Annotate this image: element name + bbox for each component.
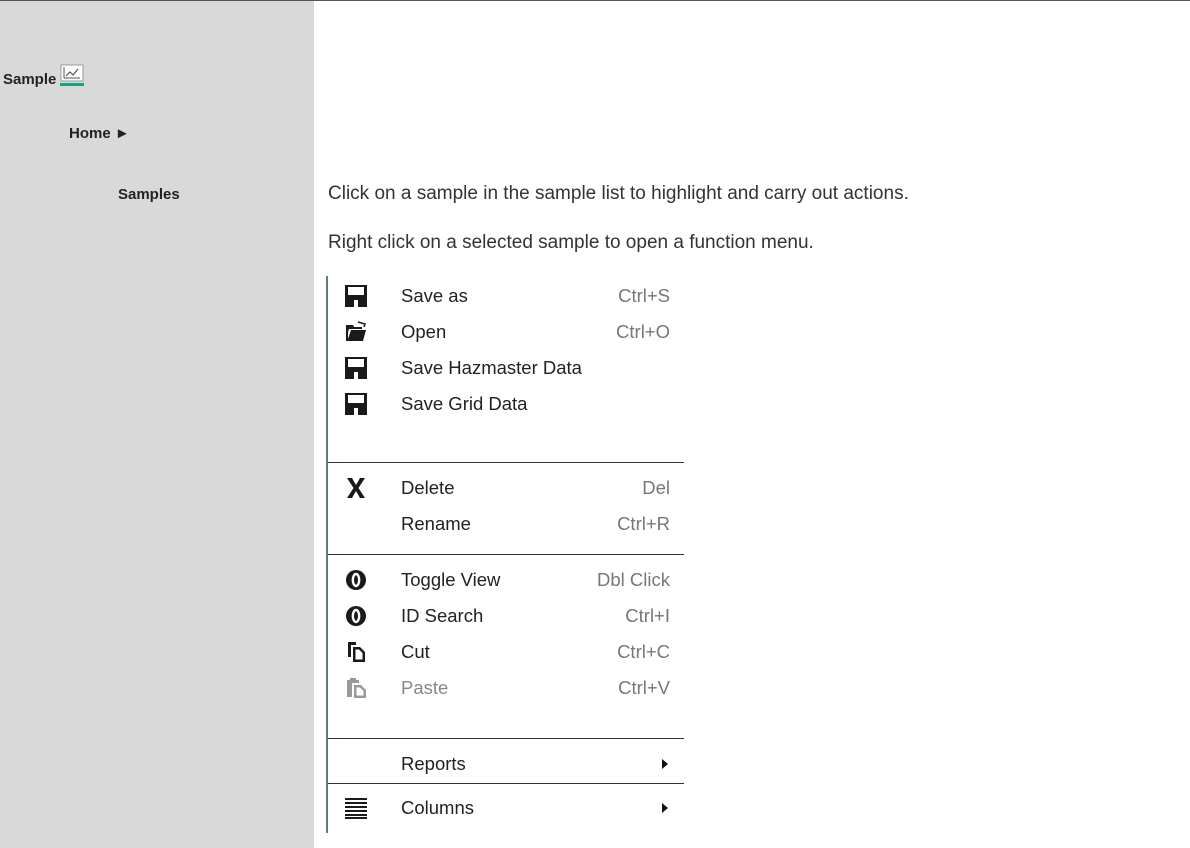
zero-circle-icon: [343, 567, 369, 593]
copy-icon: [343, 639, 369, 665]
menu-item-shortcut: Del: [642, 477, 670, 498]
menu-item-label: Cut: [401, 641, 430, 662]
menu-item-label: Save as: [401, 285, 468, 306]
breadcrumb-home[interactable]: Home ►: [69, 125, 130, 142]
floppy-disk-icon: [343, 355, 369, 381]
instruction-line-1: Click on a sample in the sample list to …: [328, 183, 909, 204]
menu-item-columns[interactable]: Columns: [328, 790, 684, 826]
menu-item-label: Open: [401, 321, 447, 342]
menu-separator: [328, 738, 684, 739]
menu-item-shortcut: Ctrl+O: [616, 321, 670, 342]
instruction-line-2: Right click on a selected sample to open…: [328, 232, 814, 253]
menu-item-label: Columns: [401, 797, 474, 818]
menu-item-label: Rename: [401, 513, 471, 534]
menu-item-rename[interactable]: Rename Ctrl+R: [328, 506, 684, 542]
menu-item-save-hazmaster-data[interactable]: Save Hazmaster Data: [328, 350, 684, 386]
menu-item-label: ID Search: [401, 605, 484, 626]
menu-item-label: Delete: [401, 477, 455, 498]
menu-item-delete[interactable]: Delete Del: [328, 470, 684, 506]
menu-separator: [328, 783, 684, 784]
delete-x-icon: [343, 475, 369, 501]
menu-item-cut[interactable]: Cut Ctrl+C: [328, 634, 684, 670]
paste-icon: [343, 675, 369, 701]
submenu-arrow-icon: [662, 803, 668, 813]
menu-item-label: Reports: [401, 753, 466, 774]
menu-item-save-grid-data[interactable]: Save Grid Data: [328, 386, 684, 422]
sidebar: Sample Home ► Samples: [0, 1, 314, 848]
menu-item-shortcut: Ctrl+C: [617, 641, 670, 662]
menu-item-label: Save Grid Data: [401, 393, 528, 414]
submenu-arrow-icon: [662, 759, 668, 769]
menu-item-shortcut: Ctrl+S: [618, 285, 670, 306]
menu-item-toggle-view[interactable]: Toggle View Dbl Click: [328, 562, 684, 598]
menu-item-open[interactable]: Open Ctrl+O: [328, 314, 684, 350]
menu-item-shortcut: Dbl Click: [597, 569, 670, 590]
menu-item-shortcut: Ctrl+R: [617, 513, 670, 534]
menu-item-label: Paste: [401, 677, 449, 698]
menu-separator: [328, 462, 684, 463]
menu-item-save-as[interactable]: Save as Ctrl+S: [328, 278, 684, 314]
zero-circle-icon: [343, 603, 369, 629]
folder-open-icon: [343, 319, 369, 345]
menu-item-id-search[interactable]: ID Search Ctrl+I: [328, 598, 684, 634]
breadcrumb-samples[interactable]: Samples: [118, 186, 180, 203]
sidebar-title: Sample: [3, 64, 85, 88]
floppy-disk-icon: [343, 391, 369, 417]
menu-item-label: Save Hazmaster Data: [401, 357, 582, 378]
columns-lines-icon: [343, 795, 369, 821]
context-menu: Save as Ctrl+S Open Ctrl+O Save Hazmaste…: [326, 276, 684, 833]
chart-line-icon: [60, 64, 85, 86]
menu-item-shortcut: Ctrl+V: [618, 677, 670, 698]
menu-separator: [328, 554, 684, 555]
menu-item-paste[interactable]: Paste Ctrl+V: [328, 670, 684, 706]
menu-item-reports[interactable]: Reports: [328, 746, 684, 782]
menu-item-label: Toggle View: [401, 569, 501, 590]
floppy-disk-icon: [343, 283, 369, 309]
menu-item-shortcut: Ctrl+I: [625, 605, 670, 626]
sidebar-title-label: Sample: [3, 71, 57, 88]
